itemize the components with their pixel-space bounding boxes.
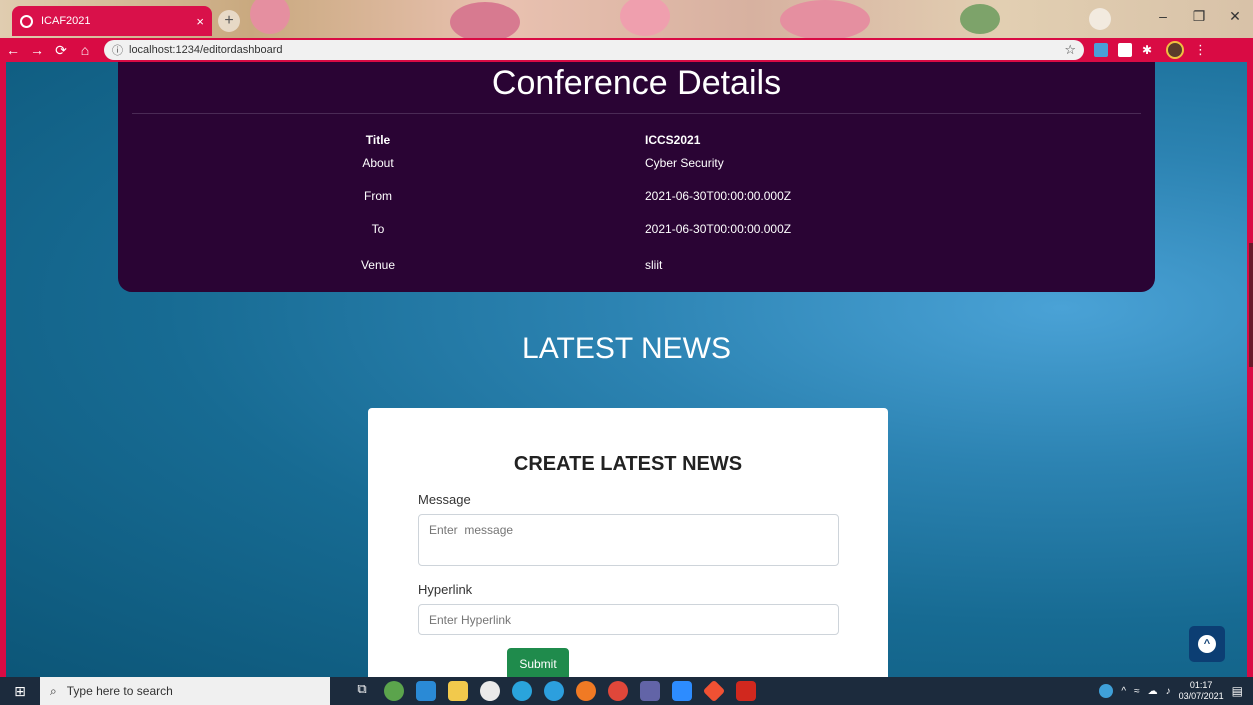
browser-tab-bar: ICAF2021 × + – ❐ ✕ bbox=[0, 0, 1253, 38]
maximize-button[interactable]: ❐ bbox=[1181, 0, 1217, 32]
minimize-button[interactable]: – bbox=[1145, 0, 1181, 32]
message-label: Message bbox=[418, 492, 471, 507]
row-label: From bbox=[364, 189, 392, 203]
new-tab-button[interactable]: + bbox=[218, 10, 240, 32]
extensions-puzzle-icon[interactable]: ✱ bbox=[1142, 43, 1156, 57]
close-window-button[interactable]: ✕ bbox=[1217, 0, 1253, 32]
vscode-icon[interactable] bbox=[416, 681, 436, 701]
app-icon[interactable] bbox=[480, 681, 500, 701]
clock[interactable]: 01:17 03/07/2021 bbox=[1179, 680, 1224, 702]
decorative-leaf bbox=[960, 4, 1000, 34]
scroll-to-top-button[interactable]: ^ bbox=[1189, 626, 1225, 662]
hyperlink-label: Hyperlink bbox=[418, 582, 473, 597]
extension-icon[interactable] bbox=[1094, 43, 1108, 57]
latest-news-heading: LATEST NEWS bbox=[522, 332, 731, 365]
hyperlink-input[interactable] bbox=[418, 604, 839, 635]
menu-dots-icon[interactable]: ⋮ bbox=[1194, 42, 1207, 58]
page-content: Conference Details Title ICCS2021 About … bbox=[6, 62, 1247, 677]
create-news-form: CREATE LATEST NEWS Message Hyperlink Sub… bbox=[368, 408, 888, 677]
search-icon: ⌕ bbox=[50, 683, 57, 698]
edge-icon[interactable] bbox=[544, 681, 564, 701]
taskbar-search[interactable]: ⌕ Type here to search bbox=[40, 677, 330, 705]
extensions-area: ✱ ⋮ bbox=[1094, 41, 1207, 59]
clock-time: 01:17 bbox=[1189, 680, 1213, 690]
chevron-up-icon: ^ bbox=[1198, 635, 1216, 653]
pocket-icon[interactable] bbox=[1118, 43, 1132, 57]
decorative-flower bbox=[450, 2, 520, 38]
clock-date: 03/07/2021 bbox=[1178, 691, 1224, 701]
decorative-flower bbox=[780, 0, 870, 38]
notifications-icon[interactable]: ▤ bbox=[1232, 684, 1243, 698]
telegram-icon[interactable] bbox=[512, 681, 532, 701]
volume-icon[interactable]: ♪ bbox=[1166, 686, 1171, 697]
conference-details-card: Conference Details Title ICCS2021 About … bbox=[118, 62, 1155, 292]
site-info-icon[interactable]: ⓘ bbox=[112, 42, 123, 58]
acrobat-icon[interactable] bbox=[736, 681, 756, 701]
windows-taskbar: ⊞ ⌕ Type here to search ⧉ ^ ≈ ☁ ♪ 01:17 … bbox=[0, 677, 1253, 705]
browser-toolbar: ← → ⟳ ⌂ ⓘ localhost:1234/editordashboard… bbox=[0, 38, 1253, 62]
forward-arrow-icon[interactable]: → bbox=[26, 42, 48, 58]
row-value: 2021-06-30T00:00:00.000Z bbox=[645, 222, 792, 236]
back-arrow-icon[interactable]: ← bbox=[2, 42, 24, 58]
row-value: 2021-06-30T00:00:00.000Z bbox=[645, 189, 792, 203]
row-value: ICCS2021 bbox=[645, 133, 701, 147]
teams-icon[interactable] bbox=[640, 681, 660, 701]
firefox-icon[interactable] bbox=[576, 681, 596, 701]
chrome-icon[interactable] bbox=[608, 681, 628, 701]
help-icon[interactable] bbox=[1099, 684, 1114, 698]
tab-close-icon[interactable]: × bbox=[196, 14, 204, 29]
row-label: Venue bbox=[360, 258, 396, 272]
divider bbox=[132, 113, 1141, 114]
row-value: sliit bbox=[645, 258, 663, 272]
conference-details-heading: Conference Details bbox=[491, 64, 782, 102]
decorative-flower bbox=[250, 0, 290, 34]
git-icon[interactable] bbox=[702, 679, 726, 703]
window-border-right bbox=[1247, 62, 1253, 677]
tab-search-icon[interactable] bbox=[1089, 8, 1111, 30]
browser-tab[interactable]: ICAF2021 × bbox=[12, 6, 212, 36]
file-explorer-icon[interactable] bbox=[448, 681, 468, 701]
form-title: CREATE LATEST NEWS bbox=[513, 453, 743, 475]
home-icon[interactable]: ⌂ bbox=[74, 42, 96, 58]
row-label: To bbox=[371, 222, 385, 236]
profile-avatar[interactable] bbox=[1166, 41, 1184, 59]
wifi-icon[interactable]: ≈ bbox=[1134, 686, 1140, 697]
row-label: About bbox=[362, 156, 394, 170]
row-label: Title bbox=[365, 133, 391, 147]
taskbar-apps: ⧉ bbox=[352, 679, 756, 703]
submit-button[interactable]: Submit bbox=[507, 648, 569, 677]
system-tray: ^ ≈ ☁ ♪ 01:17 03/07/2021 ▤ bbox=[1099, 680, 1253, 702]
window-controls: – ❐ ✕ bbox=[1145, 0, 1253, 32]
search-placeholder: Type here to search bbox=[66, 684, 173, 698]
onedrive-icon[interactable]: ☁ bbox=[1148, 686, 1158, 697]
reload-icon[interactable]: ⟳ bbox=[50, 42, 72, 59]
bookmark-star-icon[interactable]: ☆ bbox=[1064, 42, 1076, 58]
message-textarea[interactable] bbox=[418, 514, 839, 566]
scrollbar-thumb[interactable] bbox=[1249, 243, 1253, 367]
task-view-icon[interactable]: ⧉ bbox=[352, 681, 372, 701]
url-text[interactable]: localhost:1234/editordashboard bbox=[129, 44, 1064, 56]
row-value: Cyber Security bbox=[645, 156, 724, 170]
chevron-up-icon[interactable]: ^ bbox=[1121, 686, 1126, 697]
decorative-flower bbox=[620, 0, 670, 36]
tab-favicon-icon bbox=[20, 14, 33, 28]
app-icon[interactable] bbox=[384, 681, 404, 701]
zoom-icon[interactable] bbox=[672, 681, 692, 701]
windows-start-icon[interactable]: ⊞ bbox=[0, 683, 40, 700]
tab-title: ICAF2021 bbox=[41, 15, 91, 27]
address-bar[interactable]: ⓘ localhost:1234/editordashboard ☆ bbox=[104, 40, 1084, 60]
